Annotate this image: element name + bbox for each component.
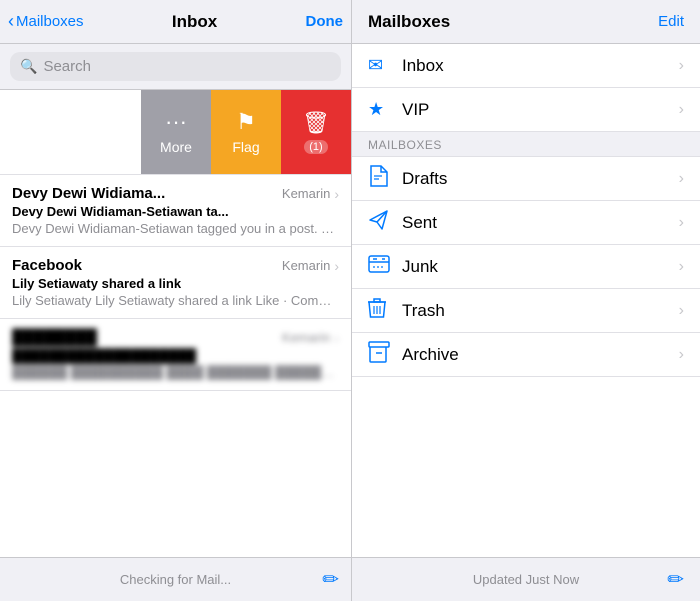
- swiped-email-preview3: s April 23...: [0, 149, 129, 164]
- swipe-more-button[interactable]: ··· More: [141, 90, 211, 174]
- inbox-chevron-icon: ›: [679, 57, 684, 75]
- edit-button[interactable]: Edit: [658, 13, 684, 30]
- archive-icon: [368, 341, 396, 368]
- swiped-email-preview2: onstant: [0, 134, 129, 149]
- email-row-blurred[interactable]: ████████ Kemarin › ████████████████████ …: [0, 319, 351, 391]
- back-chevron-icon: ‹: [8, 11, 14, 32]
- swipe-flag-button[interactable]: ⚑ Flag: [211, 90, 281, 174]
- right-status-text: Updated Just Now: [473, 572, 579, 587]
- archive-label: Archive: [402, 345, 679, 365]
- email-sender-0: Devy Dewi Widiama...: [12, 185, 165, 202]
- vip-label: VIP: [402, 100, 679, 120]
- email-date-chevron-0: ›: [334, 186, 339, 202]
- search-placeholder: Search: [43, 58, 91, 75]
- email-data-blurred: ████████ Kemarin › ████████████████████ …: [12, 329, 339, 380]
- mailbox-item-vip[interactable]: ★ VIP ›: [352, 88, 700, 132]
- email-row-1[interactable]: Facebook Kemarin › Lily Setiawaty shared…: [0, 247, 351, 319]
- email-top-0: Devy Dewi Widiama... Kemarin ›: [12, 185, 339, 202]
- right-compose-icon[interactable]: ✏: [667, 567, 684, 592]
- trash-icon: 🗑: [302, 110, 330, 136]
- email-content-blurred: ████████ Kemarin › ████████████████████ …: [0, 319, 351, 390]
- email-sender-blurred: ████████: [12, 329, 97, 346]
- star-icon: ★: [368, 99, 396, 120]
- left-status-text: Checking for Mail...: [120, 572, 231, 587]
- trash-label: Trash: [402, 301, 679, 321]
- back-button[interactable]: ‹ Mailboxes: [8, 11, 84, 32]
- swipe-trash-badge: (1): [304, 140, 327, 154]
- swiped-email-preview1: ust had a .: [0, 119, 129, 134]
- done-button[interactable]: Done: [306, 13, 344, 30]
- swipe-flag-label: Flag: [232, 139, 259, 155]
- email-sender-1: Facebook: [12, 257, 82, 274]
- mailbox-item-junk[interactable]: Junk ›: [352, 245, 700, 289]
- inbox-title: Inbox: [84, 12, 306, 32]
- email-row-0[interactable]: Devy Dewi Widiama... Kemarin › Devy Dewi…: [0, 175, 351, 247]
- email-content-1: Facebook Kemarin › Lily Setiawaty shared…: [0, 247, 351, 318]
- vip-chevron-icon: ›: [679, 101, 684, 119]
- mailbox-item-trash[interactable]: Trash ›: [352, 289, 700, 333]
- junk-icon: [368, 253, 396, 280]
- mailboxes-title: Mailboxes: [368, 12, 658, 32]
- trash-can-icon: [368, 297, 396, 324]
- email-row-swiped[interactable]: ··· More ⚑ Flag 🗑 (1) Kemari: [0, 90, 351, 175]
- swipe-more-label: More: [160, 139, 192, 155]
- email-content-0: Devy Dewi Widiama... Kemarin › Devy Dewi…: [0, 175, 351, 246]
- email-preview-0: Devy Dewi Widiaman-Setiawan tagged you i…: [12, 221, 339, 236]
- email-top-blurred: ████████ Kemarin ›: [12, 329, 339, 346]
- flag-icon: ⚑: [236, 109, 256, 135]
- sent-label: Sent: [402, 213, 679, 233]
- more-dots-icon: ···: [165, 109, 187, 135]
- email-data-0: Devy Dewi Widiama... Kemarin › Devy Dewi…: [12, 185, 339, 236]
- email-list: ··· More ⚑ Flag 🗑 (1) Kemari: [0, 90, 351, 557]
- mailbox-item-inbox[interactable]: ✉ Inbox ›: [352, 44, 700, 88]
- search-input[interactable]: 🔍 Search: [10, 52, 341, 81]
- right-panel: Mailboxes Edit ✉ Inbox › ★ VIP › MAILBOX…: [352, 0, 700, 601]
- swiped-email-top: Kemarin: [0, 100, 129, 117]
- email-date-blurred: Kemarin ›: [282, 330, 339, 346]
- swipe-trash-button[interactable]: 🗑 (1): [281, 90, 351, 174]
- email-date-0: Kemarin ›: [282, 186, 339, 202]
- search-icon: 🔍: [20, 58, 37, 75]
- left-status-bar: Checking for Mail... ✏: [0, 557, 351, 601]
- email-date-text-blurred: Kemarin: [282, 330, 330, 345]
- drafts-chevron-icon: ›: [679, 170, 684, 188]
- archive-chevron-icon: ›: [679, 346, 684, 364]
- email-top-1: Facebook Kemarin ›: [12, 257, 339, 274]
- email-date-chevron-1: ›: [334, 258, 339, 274]
- email-date-1: Kemarin ›: [282, 258, 339, 274]
- email-date-text-1: Kemarin: [282, 258, 330, 273]
- mailbox-item-archive[interactable]: Archive ›: [352, 333, 700, 377]
- sent-chevron-icon: ›: [679, 214, 684, 232]
- drafts-label: Drafts: [402, 169, 679, 189]
- mailbox-list: ✉ Inbox › ★ VIP › MAILBOXES: [352, 44, 700, 557]
- mailbox-item-sent[interactable]: Sent ›: [352, 201, 700, 245]
- email-subject-1: Lily Setiawaty shared a link: [12, 276, 339, 291]
- email-subject-0: Devy Dewi Widiaman-Setiawan ta...: [12, 204, 339, 219]
- drafts-icon: [368, 165, 396, 192]
- mailboxes-section-header: MAILBOXES: [352, 132, 700, 157]
- email-data-1: Facebook Kemarin › Lily Setiawaty shared…: [12, 257, 339, 308]
- email-subject-blurred: ████████████████████: [12, 348, 339, 363]
- left-panel: ‹ Mailboxes Inbox Done 🔍 Search ··· More: [0, 0, 352, 601]
- swipe-actions: ··· More ⚑ Flag 🗑 (1): [141, 90, 351, 174]
- trash-chevron-icon: ›: [679, 302, 684, 320]
- email-date-text-0: Kemarin: [282, 186, 330, 201]
- sent-icon: [368, 209, 396, 236]
- inbox-label: Inbox: [402, 56, 679, 76]
- junk-label: Junk: [402, 257, 679, 277]
- swiped-email-row: Kemarin ust had a . onstant s April 23..…: [0, 100, 129, 164]
- right-status-bar: Updated Just Now ✏: [352, 557, 700, 601]
- back-label: Mailboxes: [16, 13, 84, 30]
- junk-chevron-icon: ›: [679, 258, 684, 276]
- left-compose-icon[interactable]: ✏: [322, 567, 339, 592]
- email-preview-1: Lily Setiawaty Lily Setiawaty shared a l…: [12, 293, 339, 308]
- email-preview-blurred: ██████ ██████████ ████ ███████ █████████…: [12, 365, 339, 380]
- swiped-email-content: Kemarin ust had a . onstant s April 23..…: [0, 90, 141, 174]
- left-nav-bar: ‹ Mailboxes Inbox Done: [0, 0, 351, 44]
- inbox-icon: ✉: [368, 55, 396, 76]
- email-date-chevron-blurred: ›: [334, 330, 339, 346]
- search-bar[interactable]: 🔍 Search: [0, 44, 351, 90]
- mailbox-item-drafts[interactable]: Drafts ›: [352, 157, 700, 201]
- right-nav-bar: Mailboxes Edit: [352, 0, 700, 44]
